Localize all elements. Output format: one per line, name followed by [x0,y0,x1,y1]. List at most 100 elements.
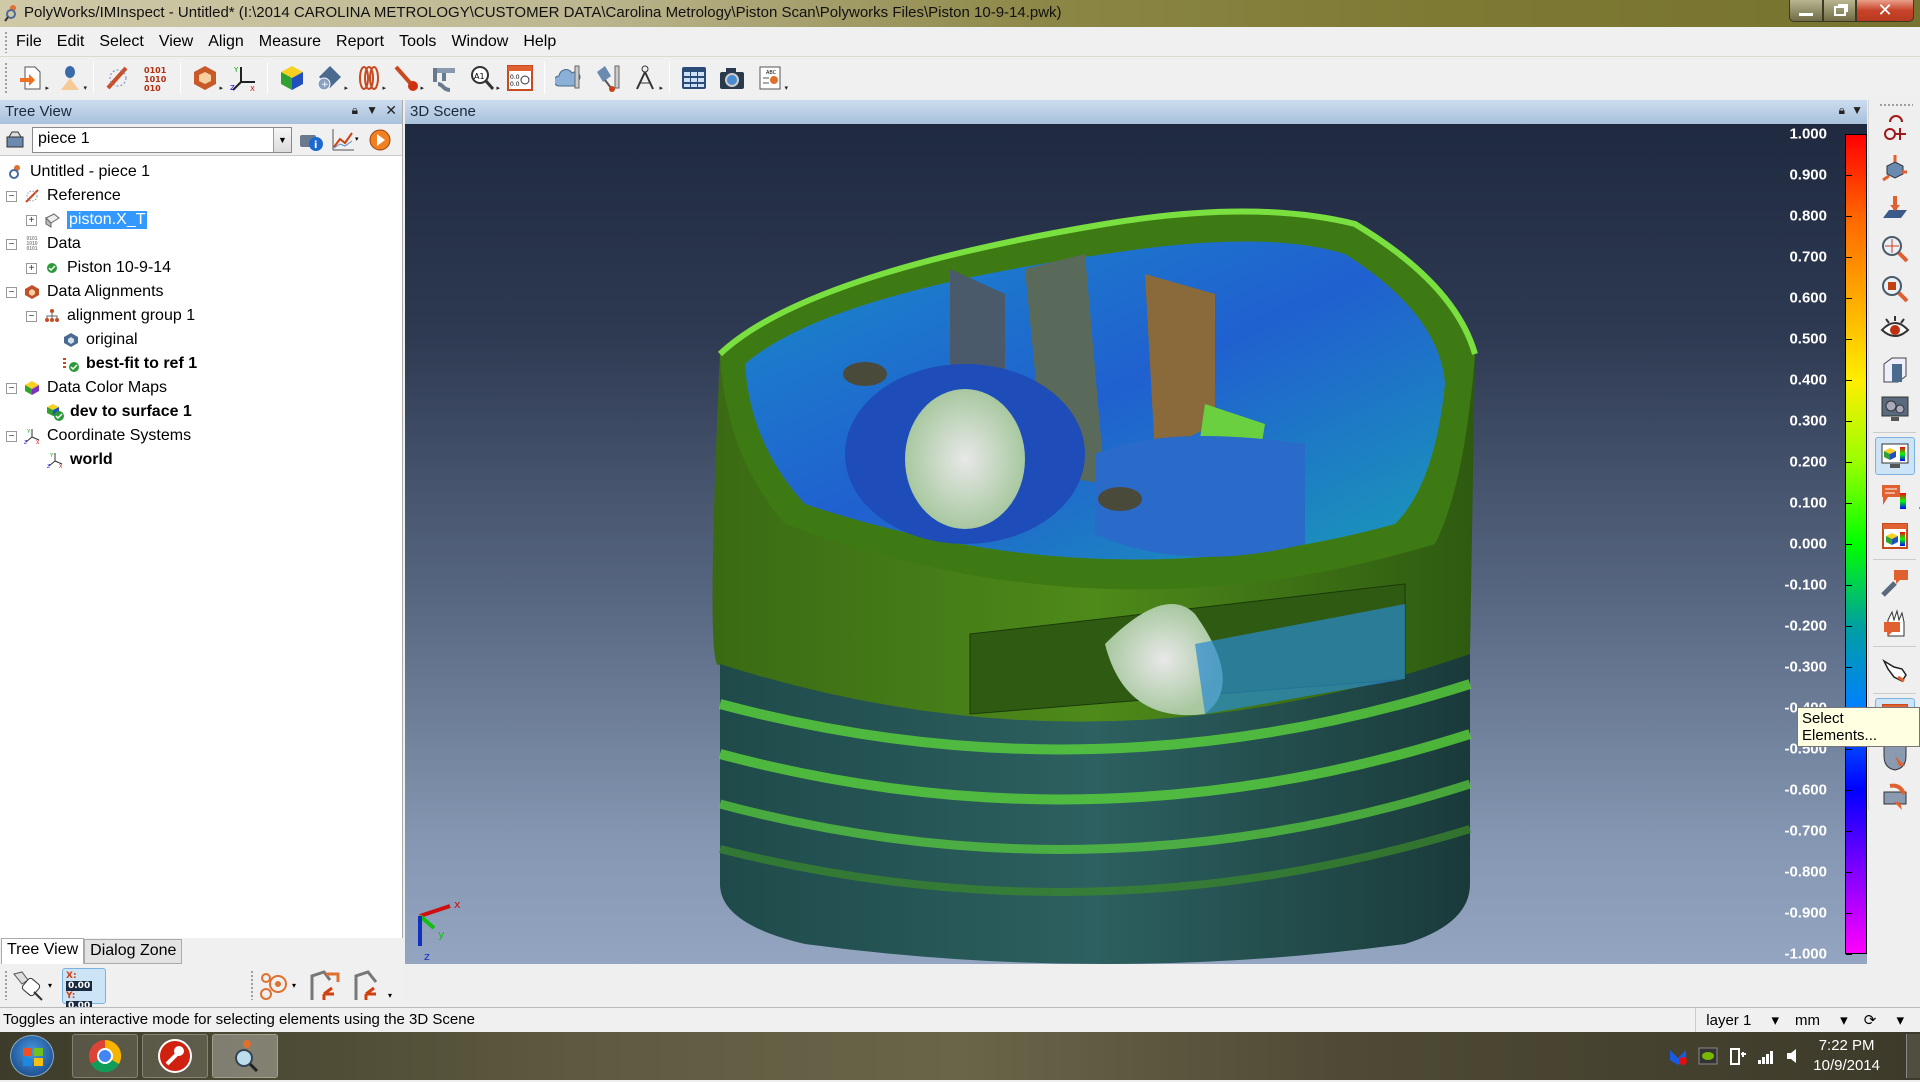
probe-device-button[interactable]: ▾ [12,970,56,1002]
taskbar-app-wrench[interactable] [142,1034,208,1078]
tree-node-piston-scan[interactable]: + Piston 10-9-14 [6,256,402,280]
nvidia-tray-icon[interactable] [1698,1046,1718,1066]
probe-needle-button[interactable]: ▸ [390,62,424,94]
expand-icon[interactable]: + [26,262,37,274]
collapse-icon[interactable]: − [6,286,17,298]
color-cube-button[interactable] [276,62,308,94]
alignment-tool-button[interactable] [102,62,134,94]
cloud-scan-button[interactable] [553,62,585,94]
layer-selector[interactable]: layer 1 ▾ [1706,1011,1779,1029]
box-view-button[interactable] [1875,350,1915,388]
close-button[interactable]: ✕ [1856,0,1914,22]
toolbar-grip[interactable] [4,62,8,94]
piston-model[interactable] [405,124,1845,964]
project-plane-button[interactable] [1875,190,1915,228]
rotate-zoom-button[interactable] [1875,110,1915,148]
annotation-colorbar-button[interactable]: ▾ [1875,477,1920,515]
report-button[interactable]: ABC ▾ [754,62,788,94]
tab-dialog-zone[interactable]: Dialog Zone [84,939,183,964]
compass-button[interactable]: ▸ [629,62,663,94]
toolbar-grip[interactable] [250,970,254,1000]
panel-menu-icon[interactable]: ▼ [366,103,378,117]
probe-measure-button[interactable] [591,62,623,94]
system-clock[interactable]: 7:22 PM 10/9/2014 [1813,1036,1880,1076]
display-settings-button[interactable] [1875,390,1915,428]
probe-light-button[interactable]: ▾ [53,62,87,94]
tree-node-coordinate-systems[interactable]: − Y X Z Coordinate Systems [6,424,402,448]
pin-icon[interactable]: 🔒︎ [1839,103,1845,118]
coordinate-axes-button[interactable]: Y X Z [227,62,259,94]
align-cube-button[interactable]: ▸ [189,62,223,94]
menu-view[interactable]: View [159,33,193,51]
minimize-button[interactable] [1789,0,1823,22]
transform-plane-button[interactable] [1875,778,1915,816]
menu-help[interactable]: Help [523,33,556,51]
tree-node-dev-to-surface[interactable]: dev to surface 1 [6,400,402,424]
piece-selector[interactable]: piece 1 ▼ [32,126,292,153]
robot-arm-2-button[interactable]: ▾ [350,968,396,1002]
coordinates-window-button[interactable]: 0.0 0.0 [504,62,536,94]
collapse-icon[interactable]: − [6,190,17,202]
malwarebytes-tray-icon[interactable] [1668,1046,1688,1066]
toolbar-grip[interactable] [1879,103,1913,107]
play-icon[interactable] [368,128,392,152]
battery-tray-icon[interactable] [1728,1046,1748,1066]
curve-button[interactable]: ▸ [352,62,386,94]
collapse-icon[interactable]: − [6,238,17,250]
volume-tray-icon[interactable] [1784,1046,1804,1066]
robot-arm-button[interactable] [306,968,342,1002]
menu-select[interactable]: Select [99,33,143,51]
collapse-icon[interactable]: − [26,310,37,322]
taskbar-polyworks[interactable] [212,1034,278,1078]
table-button[interactable] [678,62,710,94]
taskbar-chrome[interactable] [72,1034,138,1078]
menu-measure[interactable]: Measure [259,33,321,51]
xyz-readout-button[interactable]: X: 0.00 Y: 0.00 Z: 0.00 [62,968,106,1031]
network-tray-icon[interactable] [1756,1046,1776,1066]
menu-file[interactable]: File [16,33,42,51]
collapse-icon[interactable]: − [6,382,17,394]
tree-node-piston-xt[interactable]: + piston.X_T [6,208,402,232]
tree-node-original[interactable]: original [6,328,402,352]
piece-info-icon[interactable]: i [298,127,324,153]
tree-node-color-maps[interactable]: − Data Color Maps [6,376,402,400]
collapse-icon[interactable]: − [6,430,17,442]
menu-report[interactable]: Report [336,33,384,51]
menu-edit[interactable]: Edit [57,33,85,51]
panel-close-icon[interactable]: ✕ [385,102,397,119]
panel-menu-icon[interactable]: ▼ [1851,103,1863,117]
color-map-display-button[interactable] [1874,437,1915,475]
tree-root[interactable]: Untitled - piece 1 [6,160,402,184]
3d-viewport[interactable]: x y z 1.000 0.900 0.800 0.700 0.600 0.500 0.40… [405,124,1867,964]
chart-icon[interactable]: ▾ [330,127,360,153]
tree-node-alignment-group[interactable]: − alignment group 1 [6,304,402,328]
zoom-center-button[interactable] [1875,230,1915,268]
toolbar-grip[interactable] [4,970,8,1000]
start-button[interactable] [10,1035,54,1077]
tree-node-best-fit[interactable]: best-fit to ref 1 [6,352,402,376]
pin-icon[interactable]: 🔒︎ [352,103,358,118]
visibility-button[interactable] [1875,310,1915,348]
piece-icon[interactable] [4,129,26,151]
menu-grip[interactable] [4,31,8,53]
refresh-button[interactable]: ⟳ ▾ [1864,1011,1904,1029]
wrench-comment-button[interactable] [1875,564,1915,602]
annotation-search-button[interactable]: A1 ▸ [466,62,500,94]
chevron-down-icon[interactable]: ▼ [273,127,291,152]
targets-button[interactable]: ▾ [258,970,302,1002]
show-desktop-button[interactable] [1906,1034,1920,1078]
restore-button[interactable] [1823,0,1856,22]
feature-plane-button[interactable]: + ▸ [314,62,348,94]
pointer-hand-button[interactable] [1875,651,1915,689]
zoom-object-button[interactable] [1875,270,1915,308]
tree-node-world[interactable]: Y X Z world [6,448,402,472]
tree-node-reference[interactable]: − Reference [6,184,402,208]
camera-button[interactable] [716,62,748,94]
expand-icon[interactable]: + [26,214,37,226]
tab-tree-view[interactable]: Tree View [1,938,85,964]
binary-data-button[interactable]: 0101 1010 010 [140,62,172,94]
import-button[interactable]: ▸ [15,62,49,94]
hand-comment-button[interactable] [1875,604,1915,642]
menu-window[interactable]: Window [451,33,508,51]
tree-node-data-alignments[interactable]: − Data Alignments [6,280,402,304]
